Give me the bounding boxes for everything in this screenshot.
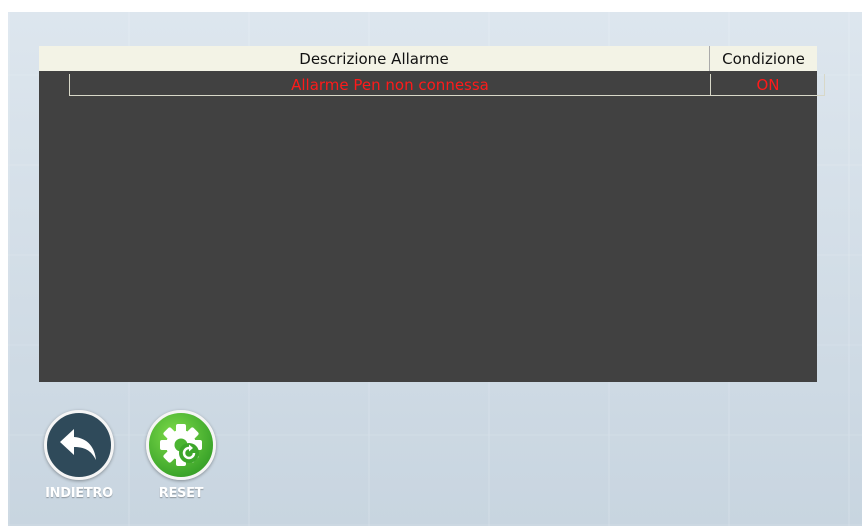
alarm-table: Descrizione Allarme Condizione Allarme P… <box>39 46 825 382</box>
header-description: Descrizione Allarme <box>299 49 449 68</box>
alarm-table-header: Descrizione Allarme Condizione <box>39 46 817 71</box>
undo-arrow-icon <box>60 429 96 460</box>
hmi-screen: Descrizione Allarme Condizione Allarme P… <box>8 12 862 526</box>
gear-reset-icon <box>160 424 202 466</box>
table-row[interactable]: Allarme Pen non connessa ON <box>69 74 825 96</box>
back-button[interactable]: INDIETRO <box>40 410 118 501</box>
alarm-description: Allarme Pen non connessa <box>291 75 489 94</box>
back-button-label: INDIETRO <box>45 486 113 501</box>
reset-button-label: RESET <box>158 486 204 501</box>
header-condition: Condizione <box>722 49 805 68</box>
back-button-circle[interactable] <box>44 410 114 480</box>
reset-button[interactable]: RESET <box>142 410 220 501</box>
reset-button-circle[interactable] <box>146 410 216 480</box>
alarm-condition: ON <box>756 75 780 94</box>
